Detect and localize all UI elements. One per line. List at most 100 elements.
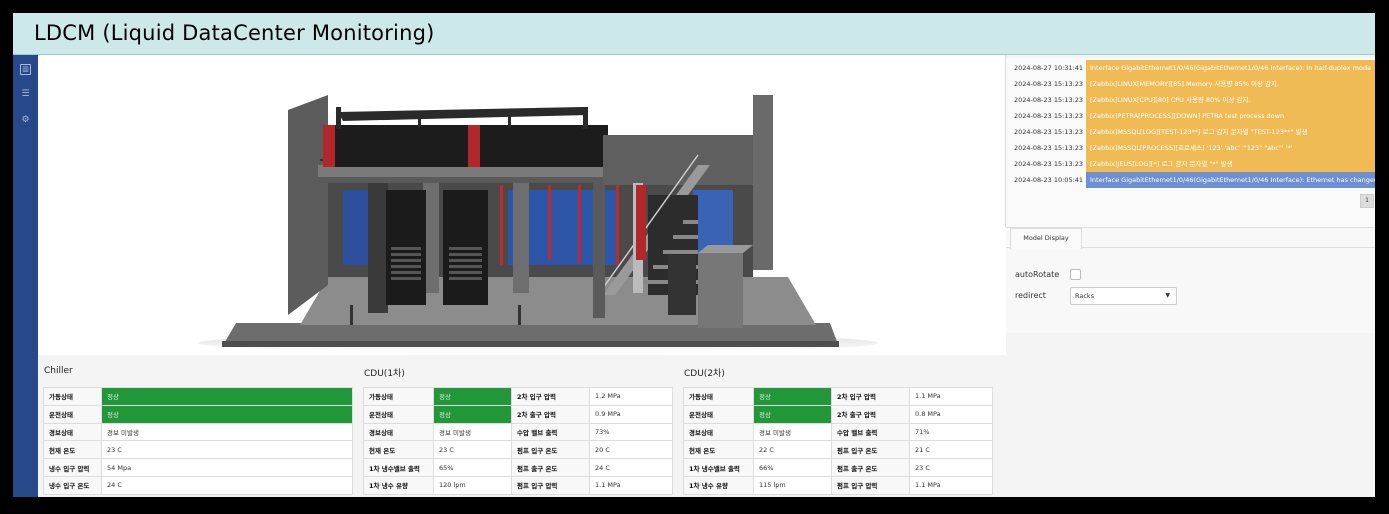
row-label: 경보상태 — [43, 422, 102, 442]
status-badge: 정상 — [101, 387, 353, 406]
row-label: 현재 온도 — [363, 440, 434, 460]
gear-icon[interactable]: ⚙ — [20, 115, 31, 126]
row-label: 펌프 입구 압력 — [831, 475, 910, 495]
cdu2-table: 가동상태 정상 2차 입구 압력 1.1 MPa 운전상태 정상 2차 출구 압력 0.8 M… — [683, 387, 993, 495]
log-row[interactable]: 2024-08-23 15:13:23 [Zabbix]JEUS[LOG][*]… — [1006, 156, 1375, 172]
row-label: 가동상태 — [363, 387, 434, 406]
row-value: 23 C — [433, 440, 512, 460]
table-row: 가동상태 정상 2차 입구 압력 1.1 MPa — [683, 387, 993, 406]
row-value: 66% — [753, 458, 832, 477]
log-row[interactable]: 2024-08-23 15:13:23 [Zabbix]PETRA[PROCES… — [1006, 108, 1375, 124]
log-message: [Zabbix]MSSQL[PROCESS][프로세스] '123' 'abc'… — [1086, 140, 1375, 156]
log-message: [Zabbix]MSSQL[LOG][TEST-123**] 로그 감지 문자열… — [1086, 124, 1375, 140]
log-time: 2024-08-23 15:13:23 — [1014, 96, 1084, 104]
row-value: 54 Mpa — [101, 458, 353, 477]
chiller-unit — [323, 125, 468, 167]
table-row: 현재 온도 22 C 펌프 입구 온도 21 C — [683, 440, 993, 460]
table-row: 현재 온도 23 C — [43, 440, 353, 460]
app-header: LDCM (Liquid DataCenter Monitoring) — [13, 13, 1375, 55]
row-value: 24 C — [589, 458, 673, 477]
status-badge: 정상 — [433, 387, 512, 406]
log-message: [Zabbix]LINUX[CPU][80] CPU 사용량 80% 이상 감지… — [1086, 92, 1375, 108]
log-time: 2024-08-27 10:31:41 — [1014, 64, 1084, 72]
dashboard-icon[interactable]: ▥ — [20, 64, 31, 75]
cdu2-title: CDU(2차) — [684, 369, 725, 379]
status-badge: 정상 — [753, 387, 832, 406]
event-log: 2024-08-27 10:31:41 Interface GigabitEth… — [1006, 58, 1375, 228]
left-wall — [288, 95, 328, 315]
tab-model-display[interactable]: Model Display — [1010, 228, 1082, 249]
row-value: 65% — [433, 458, 512, 477]
row-label: 운전상태 — [683, 404, 754, 424]
table-row: 냉수 입구 압력 54 Mpa — [43, 458, 353, 477]
row-label: 펌프 출구 온도 — [831, 458, 910, 477]
table-row: 현재 온도 23 C 펌프 입구 온도 20 C — [363, 440, 673, 460]
log-row[interactable]: 2024-08-23 10:05:41 Interface GigabitEth… — [1006, 172, 1375, 188]
model-display-panel: Model Display autoRotate redirect Racks … — [1006, 227, 1375, 333]
redirect-select[interactable]: Racks ▼ — [1070, 287, 1177, 305]
row-label: 수압 밸브 출력 — [511, 422, 590, 442]
table-row: 경보상태 경보 미발생 수압 밸브 출력 71% — [683, 422, 993, 442]
table-row: 1차 냉수밸브 출력 65% 펌프 출구 온도 24 C — [363, 458, 673, 477]
row-value: 1.1 MPa — [909, 387, 993, 406]
log-time: 2024-08-23 15:13:23 — [1014, 80, 1084, 88]
table-row: 운전상태 정상 2차 출구 압력 0.9 MPa — [363, 404, 673, 424]
row-label: 펌프 입구 온도 — [831, 440, 910, 460]
row-label: 운전상태 — [363, 404, 434, 424]
row-value: 0.9 MPa — [589, 404, 673, 424]
log-time: 2024-08-23 10:05:41 — [1014, 176, 1084, 184]
table-row: 운전상태 정상 — [43, 404, 353, 424]
pagination-page-1[interactable]: 1 — [1360, 194, 1374, 208]
chiller-unit — [468, 125, 608, 167]
log-row[interactable]: 2024-08-23 15:13:23 [Zabbix]MSSQL[PROCES… — [1006, 140, 1375, 156]
row-value: 23 C — [909, 458, 993, 477]
row-value: 경보 미발생 — [433, 422, 512, 442]
row-label: 2차 입구 압력 — [831, 387, 910, 406]
model-viewport[interactable] — [38, 55, 1006, 355]
auto-rotate-checkbox[interactable] — [1070, 269, 1081, 280]
status-badge: 정상 — [101, 404, 353, 424]
list-icon[interactable]: ☰ — [20, 89, 31, 100]
row-value: 71% — [909, 422, 993, 442]
log-message: [Zabbix]LINUX[MEMORY][85] Memory 사용량 85%… — [1086, 76, 1375, 92]
redirect-value: Racks — [1075, 292, 1095, 300]
log-row[interactable]: 2024-08-27 10:31:41 Interface GigabitEth… — [1006, 60, 1375, 76]
chiller-table: 가동상태 정상 운전상태 정상 경보상태 경보 미발생 현재 온도 23 C 냉수 입구 압력 5… — [43, 387, 353, 495]
row-value: 1.1 MPa — [589, 475, 673, 495]
table-row: 냉수 입구 온도 24 C — [43, 475, 353, 495]
table-row: 가동상태 정상 2차 입구 압력 1.2 MPa — [363, 387, 673, 406]
log-time: 2024-08-23 15:13:23 — [1014, 160, 1084, 168]
log-time: 2024-08-23 15:13:23 — [1014, 128, 1084, 136]
log-row[interactable]: 2024-08-23 15:13:23 [Zabbix]LINUX[CPU][8… — [1006, 92, 1375, 108]
row-label: 펌프 입구 온도 — [511, 440, 590, 460]
table-row: 경보상태 경보 미발생 — [43, 422, 353, 442]
row-label: 가동상태 — [43, 387, 102, 406]
row-value: 73% — [589, 422, 673, 442]
row-value: 21 C — [909, 440, 993, 460]
row-value: 23 C — [101, 440, 353, 460]
row-label: 경보상태 — [683, 422, 754, 442]
app-title: LDCM (Liquid DataCenter Monitoring) — [34, 21, 435, 45]
auto-rotate-label: autoRotate — [1015, 270, 1060, 279]
redirect-label: redirect — [1015, 291, 1046, 300]
row-value: 120 lpm — [433, 475, 512, 495]
log-row[interactable]: 2024-08-23 15:13:23 [Zabbix]MSSQL[LOG][T… — [1006, 124, 1375, 140]
table-row: 1차 냉수밸브 출력 66% 펌프 출구 온도 23 C — [683, 458, 993, 477]
row-value: 22 C — [753, 440, 832, 460]
row-value: 115 lpm — [753, 475, 832, 495]
datacenter-3d-model — [198, 95, 878, 353]
log-time: 2024-08-23 15:13:23 — [1014, 144, 1084, 152]
log-message: [Zabbix]JEUS[LOG][*] 로그 감지 문자열 "*" 발생 — [1086, 156, 1375, 172]
row-label: 1차 냉수 유량 — [363, 475, 434, 495]
row-value: 1.2 MPa — [589, 387, 673, 406]
table-row: 1차 냉수 유량 120 lpm 펌프 입구 압력 1.1 MPa — [363, 475, 673, 495]
row-label: 냉수 입구 압력 — [43, 458, 102, 477]
row-label: 가동상태 — [683, 387, 754, 406]
row-value: 경보 미발생 — [753, 422, 832, 442]
table-row: 가동상태 정상 — [43, 387, 353, 406]
row-label: 펌프 입구 압력 — [511, 475, 590, 495]
row-label: 1차 냉수밸브 출력 — [683, 458, 754, 477]
row-label: 1차 냉수밸브 출력 — [363, 458, 434, 477]
log-row[interactable]: 2024-08-23 15:13:23 [Zabbix]LINUX[MEMORY… — [1006, 76, 1375, 92]
row-label: 수압 밸브 출력 — [831, 422, 910, 442]
